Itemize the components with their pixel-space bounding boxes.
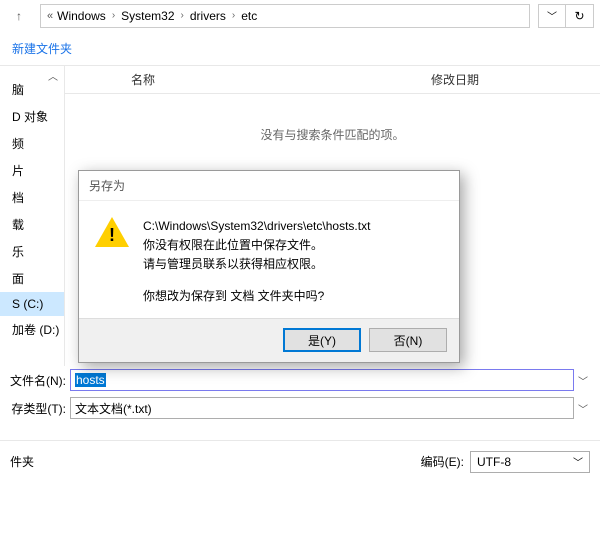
column-headers: 名称 修改日期 bbox=[65, 66, 600, 94]
chevron-right-icon: › bbox=[230, 10, 237, 21]
dialog-buttons: 是(Y) 否(N) bbox=[79, 318, 459, 362]
chevron-down-icon: ﹀ bbox=[573, 454, 583, 469]
sidebar: ︿ 脑 D 对象 频 片 档 载 乐 面 S (C:) 加卷 (D:) bbox=[0, 66, 65, 366]
encoding-combo[interactable]: UTF-8 ﹀ bbox=[470, 451, 590, 473]
dialog-line: 请与管理员联系以获得相应权限。 bbox=[143, 255, 370, 274]
breadcrumb-item[interactable]: etc bbox=[237, 9, 261, 23]
yes-button[interactable]: 是(Y) bbox=[283, 328, 361, 352]
filename-row: 文件名(N): hosts ﹀ bbox=[0, 366, 600, 394]
refresh-button[interactable]: ↻ bbox=[566, 4, 594, 28]
filename-value: hosts bbox=[75, 373, 106, 387]
bottom-bar: 件夹 编码(E): UTF-8 ﹀ bbox=[0, 440, 600, 482]
new-folder-button[interactable]: 新建文件夹 bbox=[12, 40, 72, 57]
address-bar: ↑ « Windows › System32 › drivers › etc ﹀… bbox=[0, 0, 600, 32]
sidebar-item[interactable]: 加卷 (D:) bbox=[0, 316, 64, 343]
save-as-dialog: 另存为 C:\Windows\System32\drivers\etc\host… bbox=[78, 170, 460, 363]
breadcrumb-dropdown[interactable]: ﹀ bbox=[538, 4, 566, 28]
breadcrumb-item[interactable]: System32 bbox=[117, 9, 178, 23]
no-button[interactable]: 否(N) bbox=[369, 328, 447, 352]
hide-folders-link[interactable]: 件夹 bbox=[10, 453, 34, 470]
filename-input[interactable]: hosts bbox=[70, 369, 574, 391]
breadcrumb-item[interactable]: Windows bbox=[53, 9, 110, 23]
filetype-value: 文本文档(*.txt) bbox=[75, 400, 152, 417]
sidebar-item[interactable]: 档 bbox=[0, 184, 64, 211]
scroll-up-icon[interactable]: ︿ bbox=[48, 68, 58, 83]
sidebar-item[interactable]: 乐 bbox=[0, 238, 64, 265]
filetype-combo[interactable]: 文本文档(*.txt) bbox=[70, 397, 574, 419]
breadcrumb[interactable]: « Windows › System32 › drivers › etc bbox=[40, 4, 530, 28]
sidebar-item[interactable]: 片 bbox=[0, 157, 64, 184]
filetype-row: 存类型(T): 文本文档(*.txt) ﹀ bbox=[0, 394, 600, 422]
sidebar-item[interactable]: 频 bbox=[0, 130, 64, 157]
encoding-value: UTF-8 bbox=[477, 455, 511, 469]
sidebar-item[interactable]: S (C:) bbox=[0, 292, 64, 316]
column-name[interactable]: 名称 bbox=[121, 71, 421, 88]
dialog-title: 另存为 bbox=[79, 171, 459, 201]
filetype-label: 存类型(T): bbox=[8, 400, 70, 417]
nav-up-button[interactable]: ↑ bbox=[6, 4, 32, 28]
dialog-message: C:\Windows\System32\drivers\etc\hosts.tx… bbox=[143, 217, 370, 306]
dialog-line: 你没有权限在此位置中保存文件。 bbox=[143, 236, 370, 255]
column-modified[interactable]: 修改日期 bbox=[421, 71, 600, 88]
chevron-down-icon: ﹀ bbox=[578, 405, 588, 416]
breadcrumb-item[interactable]: drivers bbox=[186, 9, 230, 23]
sidebar-item[interactable]: 面 bbox=[0, 265, 64, 292]
dialog-path: C:\Windows\System32\drivers\etc\hosts.tx… bbox=[143, 217, 370, 236]
filename-label: 文件名(N): bbox=[8, 372, 70, 389]
encoding-label: 编码(E): bbox=[421, 453, 464, 470]
toolbar: 新建文件夹 bbox=[0, 32, 600, 66]
chevron-right-icon: › bbox=[110, 10, 117, 21]
filename-dropdown[interactable]: ﹀ bbox=[574, 373, 592, 388]
chevron-down-icon: ﹀ bbox=[547, 8, 557, 23]
sidebar-item[interactable]: D 对象 bbox=[0, 103, 64, 130]
filetype-dropdown[interactable]: ﹀ bbox=[574, 401, 592, 416]
empty-message: 没有与搜索条件匹配的项。 bbox=[65, 126, 600, 143]
sidebar-item[interactable]: 载 bbox=[0, 211, 64, 238]
refresh-icon: ↻ bbox=[574, 9, 584, 23]
chevron-down-icon: ﹀ bbox=[578, 377, 588, 388]
warning-icon bbox=[95, 217, 129, 251]
dialog-question: 你想改为保存到 文档 文件夹中吗? bbox=[143, 287, 370, 306]
chevron-right-icon: › bbox=[179, 10, 186, 21]
